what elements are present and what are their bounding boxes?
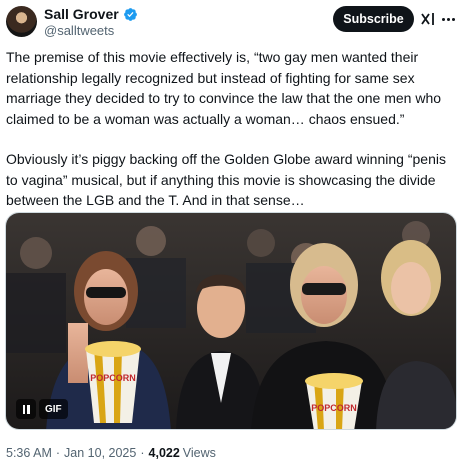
gif-frame-image: POPCORN POPCORN [6,213,456,429]
verified-badge-icon [123,7,138,22]
tweet-text: The premise of this movie effectively is… [6,47,458,211]
gif-badge: GIF [39,399,68,419]
meta-separator: · [55,446,61,460]
author-handle[interactable]: @salltweets [44,23,114,38]
author-name-row: Sall Grover [44,5,138,23]
gif-controls: GIF [16,399,68,419]
tweet-meta: 5:36 AM · Jan 10, 2025 · 4,022 Views [6,446,216,460]
gif-media[interactable]: POPCORN POPCORN GIF [5,212,457,430]
more-options-icon[interactable] [440,10,456,28]
popcorn-label-right: POPCORN [311,403,357,413]
post-time[interactable]: 5:36 AM [6,446,52,460]
author-display-name[interactable]: Sall Grover [44,6,119,22]
tweet-paragraph: The premise of this movie effectively is… [6,49,442,127]
views-count[interactable]: 4,022 [149,446,180,460]
tweet-paragraph: Obviously it’s piggy backing off the Gol… [6,151,446,208]
tweet-post: Sall Grover @salltweets Subscribe The pr… [0,0,460,468]
pause-icon[interactable] [16,399,36,419]
post-date[interactable]: Jan 10, 2025 [64,446,136,460]
subscribe-button[interactable]: Subscribe [333,6,414,32]
avatar[interactable] [6,6,37,37]
grok-icon[interactable] [420,10,436,28]
popcorn-label-left: POPCORN [90,373,136,383]
views-label: Views [182,446,216,460]
meta-separator: · [140,446,145,460]
